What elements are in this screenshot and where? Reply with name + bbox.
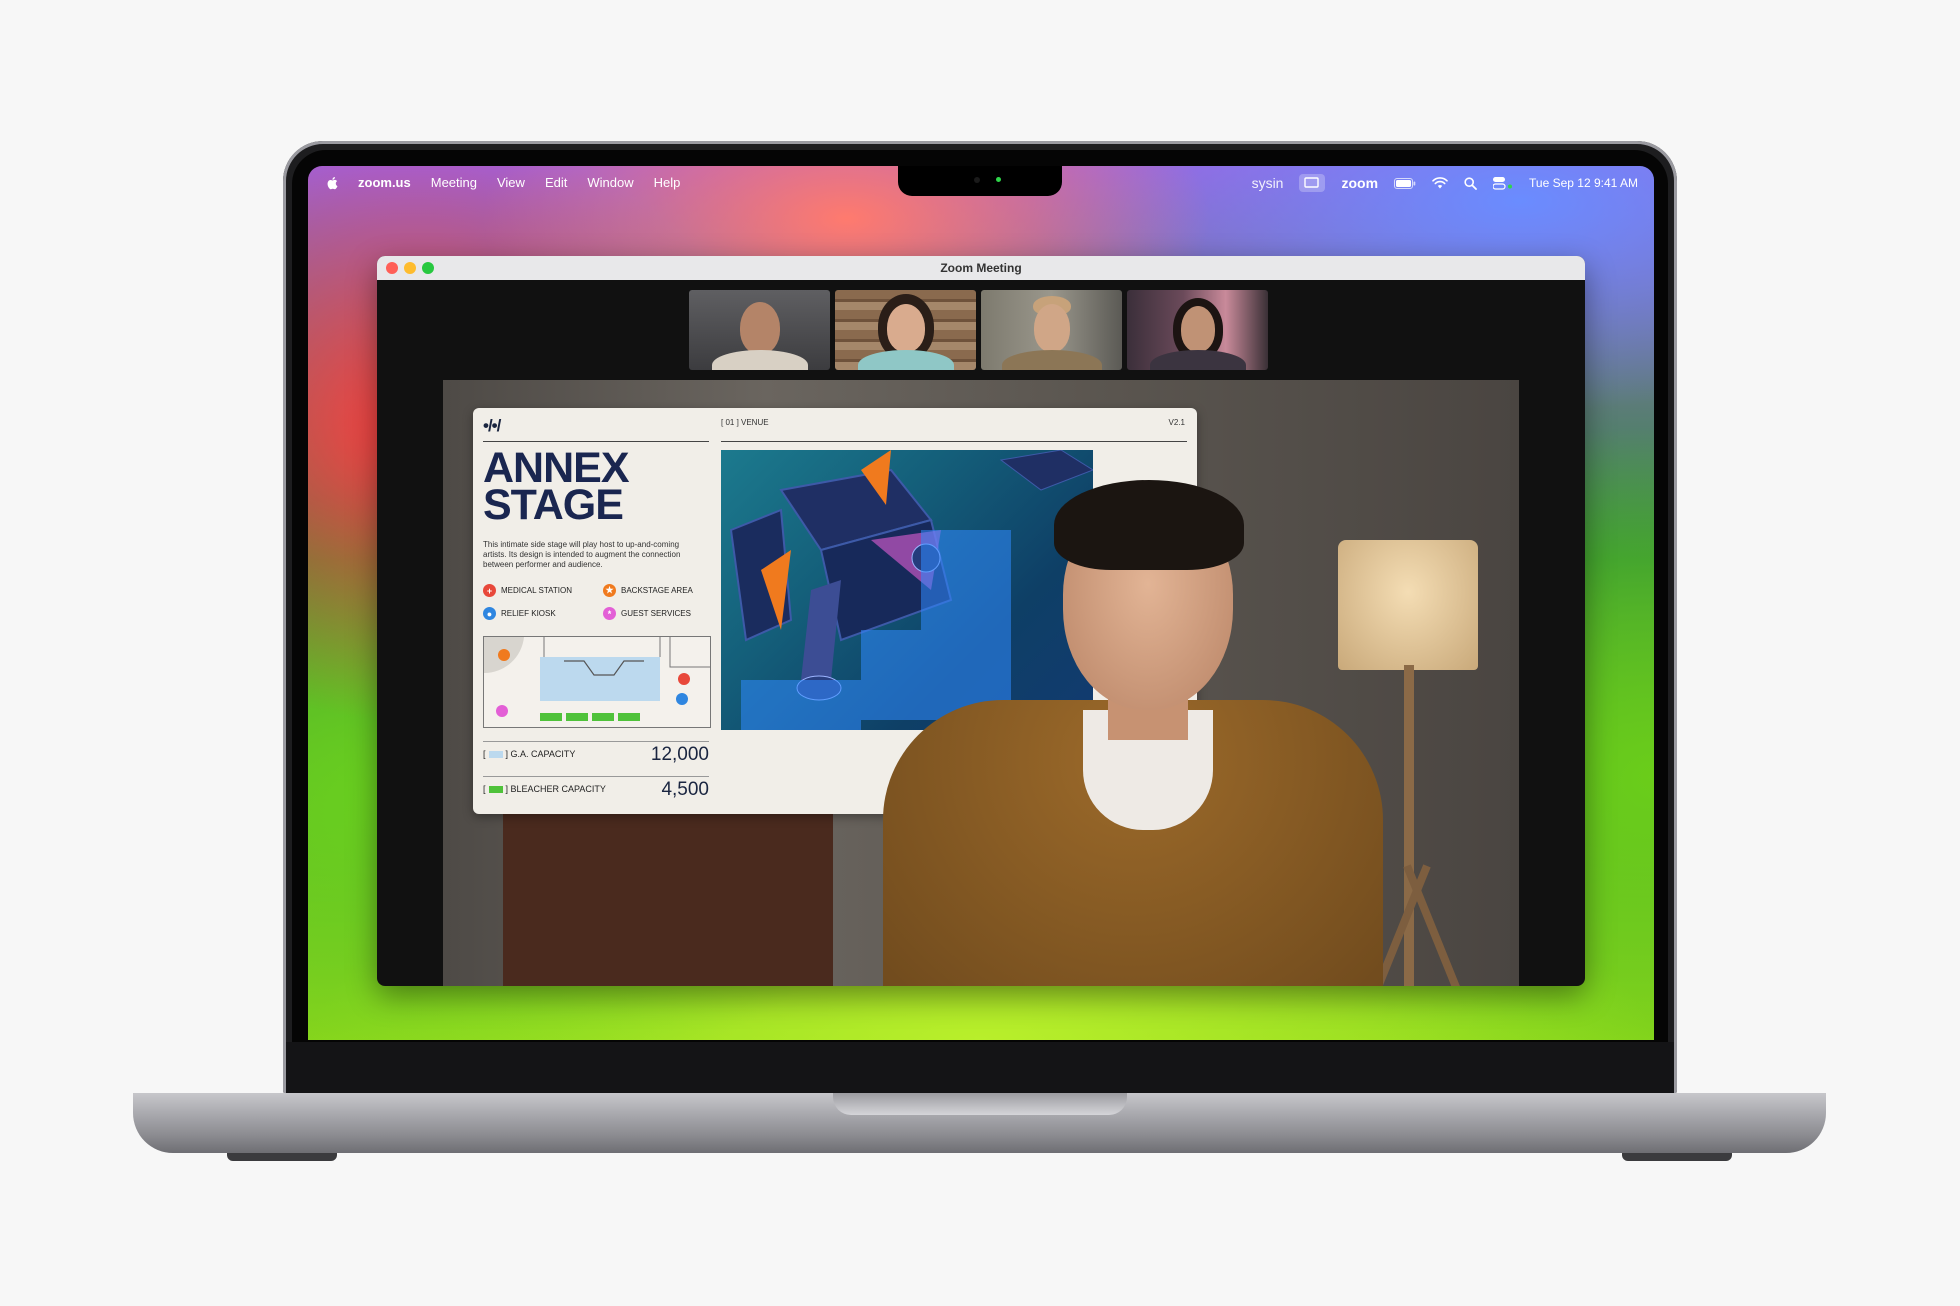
menu-bar: zoom.us Meeting View Edit Window Help sy… <box>308 166 1654 200</box>
bleacher-capacity-value: 4,500 <box>661 779 709 800</box>
wifi-icon[interactable] <box>1432 177 1448 189</box>
camera-lens <box>974 177 980 183</box>
control-center-icon[interactable] <box>1493 176 1513 190</box>
zoom-window-button[interactable] <box>422 262 434 274</box>
laptop-foot-left <box>227 1153 337 1161</box>
zoom-meeting-window: Zoom Meeting •/•/ [01] VENUE V2.1 ANNE… <box>377 256 1585 986</box>
menu-meeting[interactable]: Meeting <box>431 175 477 190</box>
legend-backstage-area: ★ BACKSTAGE AREA <box>603 584 693 597</box>
asterisk-icon: * <box>603 607 616 620</box>
participant-face <box>1033 304 1070 352</box>
window-title: Zoom Meeting <box>940 261 1022 275</box>
participant-shoulders <box>1149 350 1246 370</box>
ga-capacity-label: G.A. CAPACITY <box>510 749 576 759</box>
battery-icon[interactable] <box>1394 177 1416 189</box>
capacity-row-ga: [] G.A. CAPACITY 12,000 <box>483 741 709 768</box>
participant-video-3[interactable] <box>981 290 1122 370</box>
participant-shoulders <box>711 350 808 370</box>
slide-title: ANNEX STAGE <box>483 447 630 529</box>
participant-face <box>886 304 925 352</box>
slide-divider <box>721 441 1187 442</box>
laptop-thumb-notch <box>833 1093 1127 1115</box>
camera-notch <box>898 166 1062 196</box>
participant-video-2[interactable] <box>835 290 976 370</box>
display-screen: zoom.us Meeting View Edit Window Help sy… <box>308 166 1654 1040</box>
floor-plan-drawing <box>484 637 710 721</box>
plus-icon: + <box>483 584 496 597</box>
participant-video-4[interactable] <box>1127 290 1268 370</box>
participant-shoulders <box>857 350 954 370</box>
background-shelf <box>503 810 833 986</box>
menubar-clock[interactable]: Tue Sep 12 9:41 AM <box>1529 176 1638 190</box>
menu-help[interactable]: Help <box>654 175 681 190</box>
participant-strip <box>689 290 1268 370</box>
participant-face <box>1180 306 1215 352</box>
menu-window[interactable]: Window <box>587 175 633 190</box>
close-window-button[interactable] <box>386 262 398 274</box>
slide-logo: •/•/ <box>483 416 501 435</box>
slide-description: This intimate side stage will play host … <box>483 540 681 569</box>
background-lamp <box>1338 540 1478 670</box>
active-speaker-video[interactable]: •/•/ [ 01 ] VENUE V2.1 ANNEX STAGE This … <box>443 380 1519 986</box>
laptop-foot-right <box>1622 1153 1732 1161</box>
participant-shoulders <box>1001 350 1102 370</box>
slide-version: V2.1 <box>1168 418 1185 427</box>
ga-capacity-value: 12,000 <box>650 744 709 765</box>
drop-icon: ● <box>483 607 496 620</box>
venue-floor-plan <box>483 636 711 728</box>
window-titlebar[interactable]: Zoom Meeting <box>377 256 1585 280</box>
participant-video-1[interactable] <box>689 290 830 370</box>
presenter-hair <box>1054 480 1244 570</box>
slide-divider <box>483 441 709 442</box>
camera-indicator-light <box>996 177 1001 182</box>
menu-view[interactable]: View <box>497 175 525 190</box>
legend-medical-station: + MEDICAL STATION <box>483 584 572 597</box>
search-icon[interactable] <box>1464 176 1477 190</box>
slide-section-label: [ 01 ] VENUE <box>721 418 769 427</box>
screen-share-icon[interactable] <box>1299 174 1326 192</box>
slide-title-line-2: STAGE <box>483 481 624 529</box>
status-zoom-app[interactable]: zoom <box>1341 175 1378 191</box>
legend-guest-services: * GUEST SERVICES <box>603 607 691 620</box>
laptop-bottom-bezel <box>286 1042 1674 1094</box>
stage-rendering-illustration <box>721 450 1093 730</box>
menu-app-name[interactable]: zoom.us <box>358 175 411 190</box>
legend-relief-kiosk: ● RELIEF KIOSK <box>483 607 556 620</box>
bleacher-capacity-label: BLEACHER CAPACITY <box>510 784 606 794</box>
minimize-window-button[interactable] <box>404 262 416 274</box>
capacity-row-bleacher: [] BLEACHER CAPACITY 4,500 <box>483 776 709 803</box>
star-icon: ★ <box>603 584 616 597</box>
status-user[interactable]: sysin <box>1252 175 1284 191</box>
menu-edit[interactable]: Edit <box>545 175 567 190</box>
apple-icon[interactable] <box>326 176 338 190</box>
